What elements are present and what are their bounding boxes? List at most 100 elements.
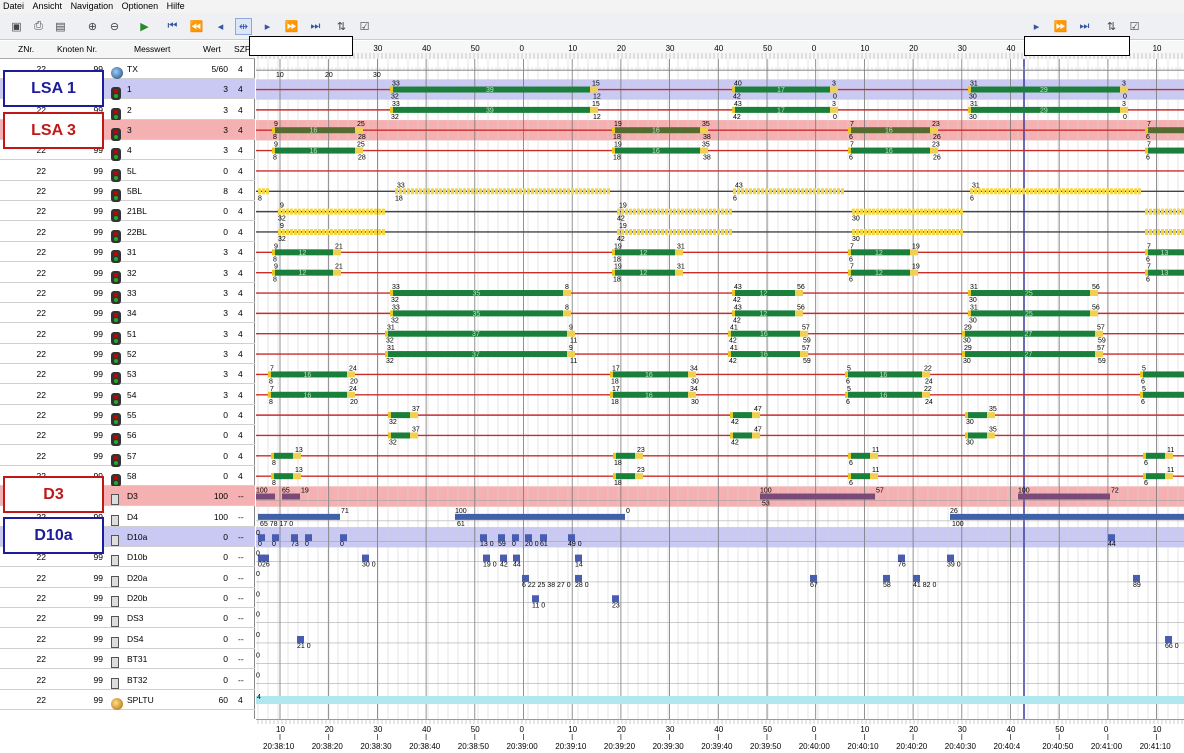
row-wert: 0 xyxy=(223,409,228,420)
flashing-segment xyxy=(924,208,927,215)
flashing-segment xyxy=(563,188,566,195)
last-icon-2[interactable]: ⏭ xyxy=(1076,18,1093,35)
row-knoten: 99 xyxy=(93,593,103,604)
phase-end-label: 32 xyxy=(391,114,399,121)
save-icon[interactable]: ▣ xyxy=(8,18,25,35)
signal-row-33[interactable]: 22 99 33 3 4 xyxy=(0,283,255,304)
col-messwert[interactable]: Messwert xyxy=(134,44,170,54)
col-znr[interactable]: ZNr. xyxy=(18,44,34,54)
phase-start-label: 33 xyxy=(392,304,400,311)
flashing-segment xyxy=(705,208,708,215)
zoom-in-icon[interactable]: ⊕ xyxy=(84,18,101,35)
col-knoten[interactable]: Knoten Nr. xyxy=(57,44,97,54)
checklist-icon-2[interactable]: ☑ xyxy=(1126,18,1143,35)
phase-duration: 37 xyxy=(472,331,480,338)
signal-row-5bl[interactable]: 22 99 5BL 8 4 xyxy=(0,181,255,203)
top-tick-label: 10 xyxy=(860,44,869,53)
fit-icon[interactable]: ⇹ xyxy=(235,18,252,35)
fast-forward-icon-2[interactable]: ⏩ xyxy=(1052,18,1069,35)
run-icon[interactable]: ▶ xyxy=(136,18,153,35)
signal-row-32[interactable]: 22 99 32 3 4 xyxy=(0,263,255,284)
phase-duration: 35 xyxy=(473,291,481,298)
flashing-segment xyxy=(924,228,927,235)
step-forward-icon-2[interactable]: ▸ xyxy=(1028,18,1045,35)
phase-duration: 16 xyxy=(652,148,660,155)
phase-start-label: 31 xyxy=(387,325,395,332)
traffic-light-icon xyxy=(111,469,123,487)
signal-row-21bl[interactable]: 22 99 21BL 0 4 xyxy=(0,201,255,223)
sort-icon[interactable]: ⇅ xyxy=(333,18,350,35)
menu-hilfe[interactable]: Hilfe xyxy=(167,1,185,11)
last-icon[interactable]: ⏭ xyxy=(307,18,324,35)
signal-row-57[interactable]: 22 99 57 0 4 xyxy=(0,446,255,467)
traffic-light-icon xyxy=(111,388,123,406)
flashing-segment xyxy=(1038,188,1041,195)
signal-row-54[interactable]: 22 99 54 3 4 xyxy=(0,385,255,406)
signal-row-bt31[interactable]: 22 99 BT31 0 -- xyxy=(0,649,255,670)
row-messwert: D3 xyxy=(127,491,138,502)
flashing-segment xyxy=(681,228,684,235)
flashing-segment xyxy=(455,188,458,195)
menu-optionen[interactable]: Optionen xyxy=(122,1,159,11)
menu-datei[interactable]: Datei xyxy=(3,1,24,11)
row-wert: 8 xyxy=(223,186,228,197)
signal-row-53[interactable]: 22 99 53 3 4 xyxy=(0,364,255,386)
flashing-segment xyxy=(641,208,644,215)
flashing-segment xyxy=(374,208,377,215)
signal-row-22bl[interactable]: 22 99 22BL 0 4 xyxy=(0,222,255,243)
fast-forward-icon[interactable]: ⏩ xyxy=(283,18,300,35)
flashing-segment xyxy=(286,228,289,235)
rewind-icon[interactable]: ⏪ xyxy=(188,18,205,35)
flashing-segment xyxy=(342,208,345,215)
signal-row-bt32[interactable]: 22 99 BT32 0 -- xyxy=(0,670,255,690)
signal-row-5l[interactable]: 22 99 5L 0 4 xyxy=(0,161,255,182)
phase-value-label: 38 xyxy=(703,155,711,162)
print-icon[interactable]: ⎙ xyxy=(30,18,47,35)
traffic-light-icon xyxy=(111,143,123,162)
row-messwert: 3 xyxy=(127,125,132,136)
zoom-out-icon[interactable]: ⊖ xyxy=(106,18,123,35)
signal-row-31[interactable]: 22 99 31 3 4 xyxy=(0,242,255,264)
step-forward-icon[interactable]: ▸ xyxy=(259,18,276,35)
signal-row-52[interactable]: 22 99 52 3 4 xyxy=(0,344,255,365)
phase-start-label: 19 xyxy=(619,223,627,230)
phase-value-label: 22 xyxy=(924,365,932,372)
signal-row-d20a[interactable]: 22 99 D20a 0 -- xyxy=(0,568,255,588)
phase-end-label: 42 xyxy=(733,317,741,324)
bottom-tick-label: 10 xyxy=(568,725,577,734)
flashing-segment xyxy=(657,228,660,235)
menu-navigation[interactable]: Navigation xyxy=(71,1,114,11)
signal-row-d20b[interactable]: 22 99 D20b 0 -- xyxy=(0,588,255,609)
signal-row-ds3[interactable]: 22 99 DS3 0 -- xyxy=(0,608,255,629)
signal-timeline[interactable]: 30 40 50 0 10 20 30 40 50 0 10 20 30 40 10 10 20 30 39 33 32… xyxy=(256,41,1184,719)
signal-row-spltu[interactable]: 22 99 SPLTU 60 4 xyxy=(0,690,255,710)
col-wert[interactable]: Wert xyxy=(203,44,221,54)
green-phase-bar xyxy=(1148,127,1184,134)
row-znr: 22 xyxy=(36,389,46,400)
phase-duration: 16 xyxy=(760,331,768,338)
sort-icon-2[interactable]: ⇅ xyxy=(1103,18,1120,35)
row-szp: 4 xyxy=(238,104,243,115)
phase-value-label: 34 xyxy=(690,365,698,372)
detector-value-label: 76 xyxy=(898,562,906,569)
flashing-segment xyxy=(443,188,446,195)
menu-ansicht[interactable]: Ansicht xyxy=(33,1,63,11)
checklist-icon[interactable]: ☑ xyxy=(356,18,373,35)
step-back-icon[interactable]: ◂ xyxy=(212,18,229,35)
detector-value-label: 42 xyxy=(500,562,508,569)
signal-row-55[interactable]: 22 99 55 0 4 xyxy=(0,405,255,426)
signal-row-34[interactable]: 22 99 34 3 4 xyxy=(0,303,255,325)
print-preview-icon[interactable]: ▤ xyxy=(52,18,69,35)
flashing-segment xyxy=(1161,228,1164,235)
phase-start-label: 5 xyxy=(847,365,851,372)
signal-row-ds4[interactable]: 22 99 DS4 0 -- xyxy=(0,629,255,649)
row-wert: 0 xyxy=(223,654,228,665)
phase-end-label: 8 xyxy=(258,195,262,202)
phase-end-label: 30 xyxy=(969,317,977,324)
phase-end-label: 6 xyxy=(849,155,853,162)
signal-row-51[interactable]: 22 99 51 3 4 xyxy=(0,324,255,345)
first-icon[interactable]: ⏮ xyxy=(164,18,181,35)
detector-pulse xyxy=(883,574,890,582)
signal-row-56[interactable]: 22 99 56 0 4 xyxy=(0,425,255,447)
flashing-segment xyxy=(1090,188,1093,195)
